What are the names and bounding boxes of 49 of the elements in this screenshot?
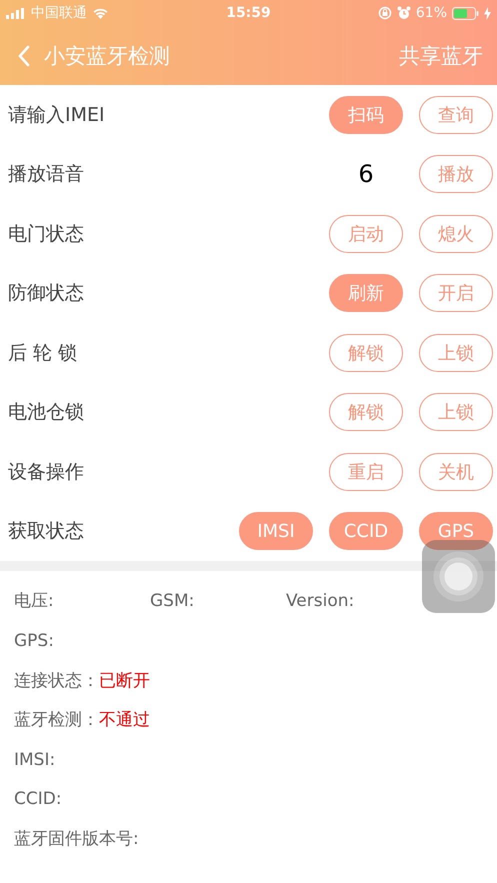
info-label: Version: (286, 590, 356, 611)
action-button[interactable]: 上锁 (419, 393, 493, 432)
info-label: IMSI: (14, 750, 56, 770)
status-value: 已断开 (99, 670, 150, 692)
charging-icon (484, 6, 491, 20)
info-label: GPS: (14, 630, 54, 651)
clock-time: 15:59 (226, 5, 271, 21)
action-button[interactable]: IMSI (239, 512, 313, 550)
status-value: 不通过 (99, 709, 150, 732)
info-label: 连接状态： (14, 670, 99, 692)
action-button[interactable]: 刷新 (329, 274, 403, 312)
row-label: 获取状态 (8, 519, 85, 544)
action-button[interactable]: 关机 (419, 452, 493, 491)
share-bluetooth-button[interactable]: 共享蓝牙 (399, 42, 483, 70)
info-label: 蓝牙固件版本号: (14, 828, 139, 850)
row-label: 设备操作 (8, 460, 85, 485)
voice-number: 6 (357, 160, 375, 188)
row-label: 后 轮 锁 (8, 340, 78, 366)
signal-icon (6, 8, 26, 18)
row-label: 防御状态 (8, 281, 85, 306)
rotation-lock-icon (378, 6, 392, 20)
alarm-icon (396, 6, 411, 20)
action-button[interactable]: 熄火 (419, 214, 493, 253)
action-button[interactable]: 扫码 (329, 96, 403, 134)
battery-percent: 61% (416, 5, 447, 21)
action-button[interactable]: 启动 (329, 214, 403, 253)
row-label: 播放语音 (8, 162, 85, 188)
action-button[interactable]: 解锁 (329, 334, 403, 372)
action-button[interactable]: 上锁 (419, 334, 493, 372)
imei-input-field[interactable]: 请输入IMEI (8, 100, 321, 130)
action-button[interactable]: 开启 (419, 274, 493, 312)
action-button[interactable]: 查询 (419, 96, 493, 134)
info-label: 电压: (14, 590, 55, 612)
action-button[interactable]: GPS (419, 512, 493, 550)
action-button[interactable]: 播放 (419, 155, 493, 194)
action-button[interactable]: 解锁 (329, 393, 403, 432)
action-button[interactable]: CCID (329, 512, 403, 550)
info-label: 蓝牙检测： (14, 709, 99, 732)
row-label: 电门状态 (8, 222, 85, 247)
battery-icon (452, 6, 479, 20)
back-chevron-icon (18, 44, 30, 66)
wifi-icon (92, 7, 109, 19)
back-button[interactable]: 小安蓝牙检测 (18, 42, 170, 70)
assistive-touch-icon[interactable] (422, 540, 495, 613)
carrier-name: 中国联通 (31, 4, 87, 22)
row-label: 电池仓锁 (8, 400, 85, 426)
info-label: CCID: (14, 789, 62, 810)
info-label: GSM: (150, 590, 196, 611)
action-button[interactable]: 重启 (329, 452, 403, 491)
